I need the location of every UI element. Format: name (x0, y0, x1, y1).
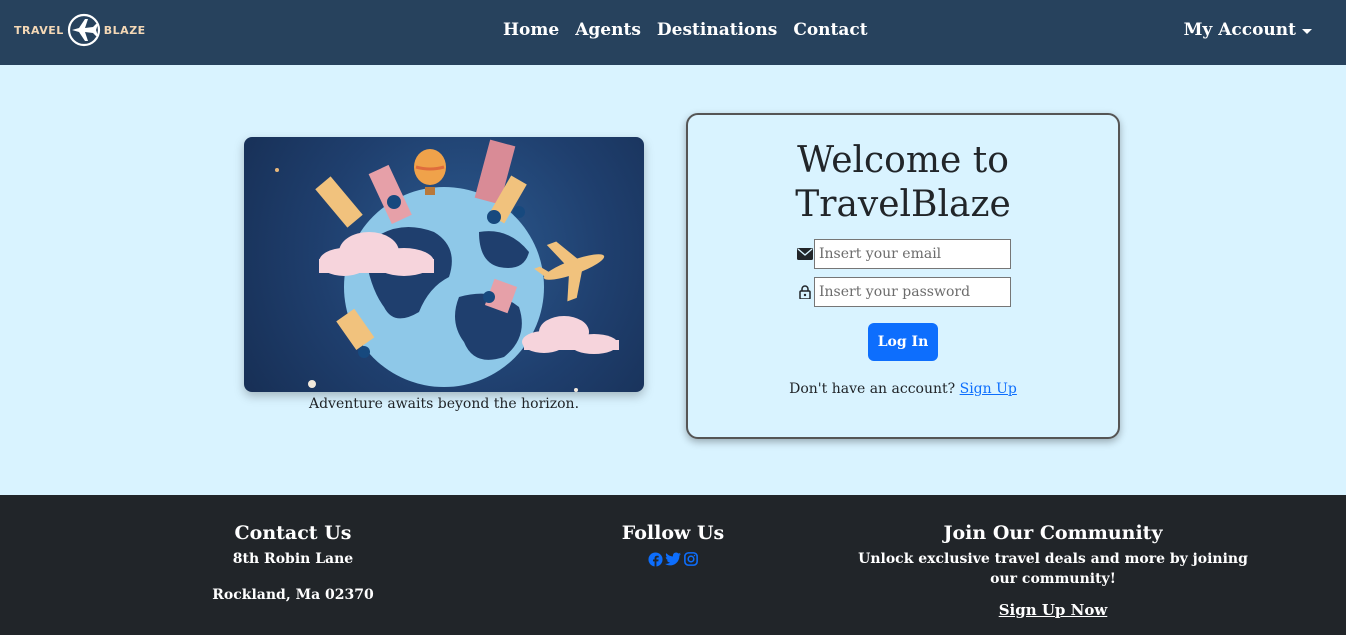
signup-prompt-line: Don't have an account? Sign Up (688, 381, 1118, 397)
globe-illustration (275, 139, 619, 392)
brand-text-left: TRAVEL (14, 23, 64, 37)
footer-follow-title: Follow Us (621, 522, 725, 544)
footer-community-title: Join Our Community (943, 522, 1163, 544)
lock-icon (796, 283, 814, 301)
social-icons (573, 551, 773, 567)
login-card: Welcome to TravelBlaze Log In Don't have… (686, 113, 1120, 439)
my-account-label: My Account (1183, 20, 1296, 40)
hero-caption: Adventure awaits beyond the horizon. (308, 396, 580, 412)
airplane-logo-icon (67, 13, 100, 47)
nav-home[interactable]: Home (497, 20, 567, 40)
main-nav: Home Agents Destinations Contact (497, 20, 876, 40)
footer-contact: Contact Us 8th Robin Lane Rockland, Ma 0… (193, 495, 393, 603)
password-field[interactable] (814, 277, 1011, 307)
instagram-icon[interactable] (683, 551, 699, 567)
email-field[interactable] (814, 239, 1011, 269)
nav-destinations[interactable]: Destinations (649, 20, 785, 40)
caret-down-icon (1302, 28, 1312, 34)
footer: Contact Us 8th Robin Lane Rockland, Ma 0… (0, 495, 1346, 635)
navbar: TRAVEL BLAZE Home Agents Destinations Co… (0, 0, 1346, 65)
nav-agents[interactable]: Agents (567, 20, 649, 40)
footer-contact-title: Contact Us (234, 522, 352, 544)
signup-link[interactable]: Sign Up (960, 381, 1017, 397)
footer-community: Join Our Community Unlock exclusive trav… (853, 495, 1253, 619)
signup-prompt: Don't have an account? (789, 381, 956, 397)
brand-logo[interactable]: TRAVEL BLAZE (14, 10, 146, 50)
password-row (796, 277, 1011, 307)
footer-follow: Follow Us (573, 495, 773, 567)
signup-now-link[interactable]: Sign Up Now (999, 601, 1108, 619)
twitter-icon[interactable] (665, 551, 681, 567)
email-row (796, 239, 1011, 269)
nav-contact[interactable]: Contact (785, 20, 875, 40)
login-title-line1: Welcome to (797, 140, 1009, 181)
footer-community-text-line2: our community! (990, 571, 1116, 587)
hero-image (244, 137, 644, 392)
brand-text-right: BLAZE (103, 23, 146, 37)
footer-address-line2: Rockland, Ma 02370 (212, 587, 374, 603)
footer-address-line1: 8th Robin Lane (232, 551, 354, 567)
facebook-icon[interactable] (647, 551, 663, 567)
my-account-dropdown[interactable]: My Account (1184, 20, 1312, 40)
footer-community-text-line1: Unlock exclusive travel deals and more b… (858, 551, 1248, 567)
login-button[interactable]: Log In (868, 323, 938, 361)
login-title: Welcome to TravelBlaze (688, 139, 1118, 227)
login-title-line2: TravelBlaze (795, 184, 1011, 225)
envelope-icon (796, 245, 814, 263)
